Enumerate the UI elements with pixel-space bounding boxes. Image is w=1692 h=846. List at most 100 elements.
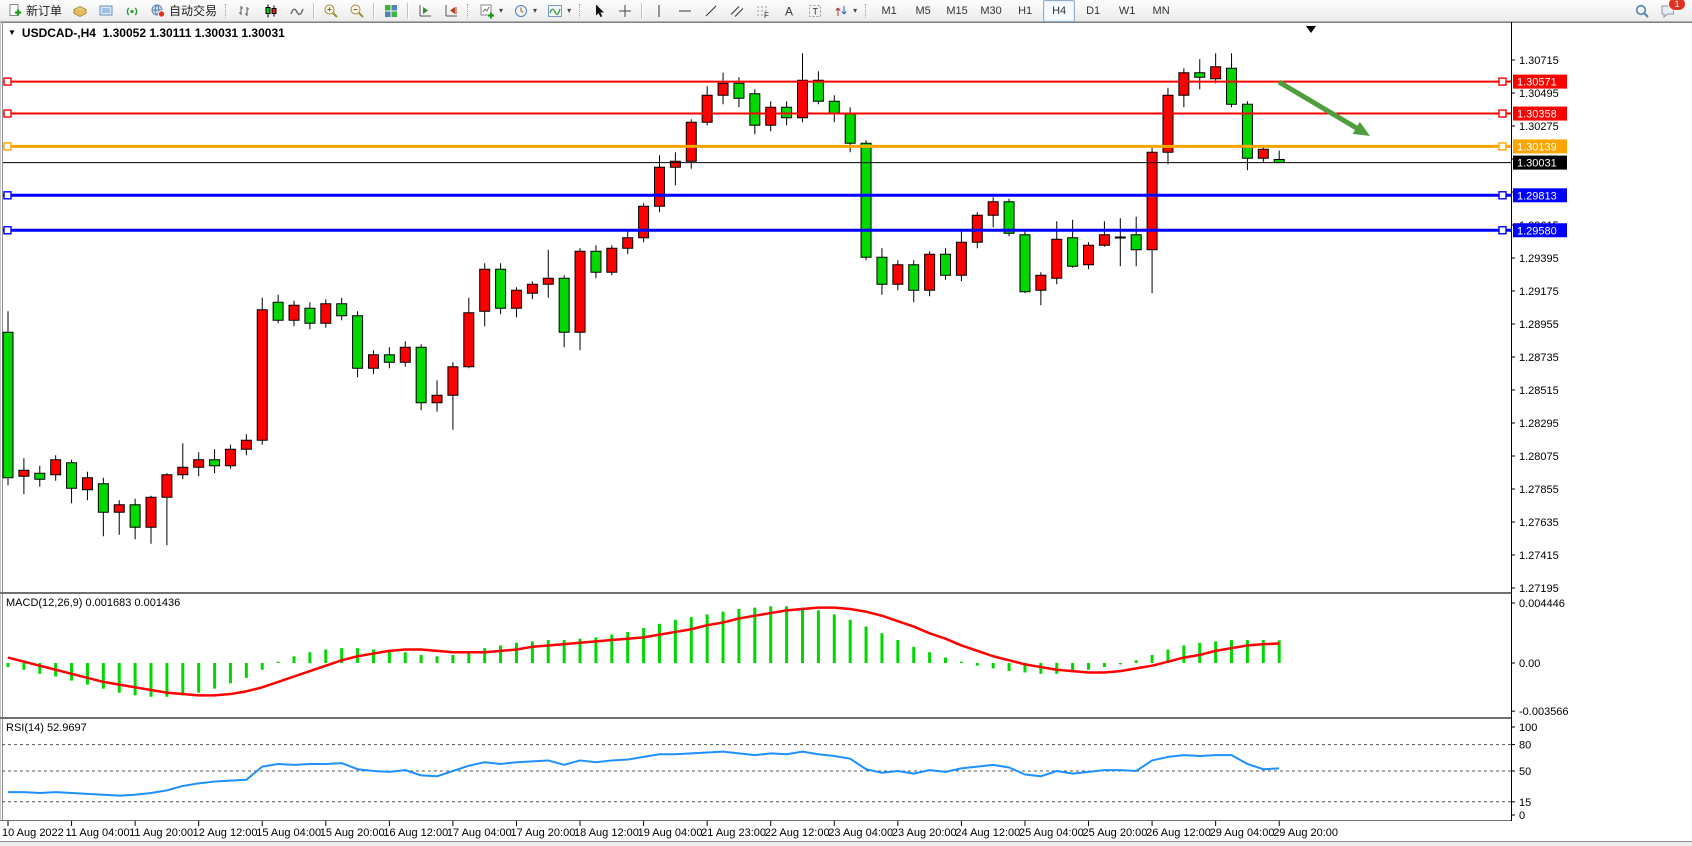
auto-scroll-button[interactable] bbox=[413, 0, 437, 22]
candlestick-button[interactable] bbox=[259, 0, 283, 22]
tf-m15[interactable]: M15 bbox=[941, 0, 973, 22]
signals-button[interactable] bbox=[120, 0, 144, 22]
chart-menu-icon[interactable]: ▼ bbox=[8, 28, 16, 37]
price-level-badge-label: 1.30358 bbox=[1517, 109, 1557, 121]
candle-body bbox=[543, 278, 553, 284]
market-watch-button[interactable] bbox=[68, 0, 92, 22]
fibonacci-button[interactable]: F bbox=[751, 0, 775, 22]
bar-chart-button[interactable] bbox=[233, 0, 257, 22]
line-handle[interactable] bbox=[4, 110, 11, 117]
fibo-icon: F bbox=[755, 3, 771, 19]
candle-body bbox=[511, 290, 521, 308]
time-axis-label: 22 Aug 12:00 bbox=[765, 827, 830, 839]
candle-body bbox=[162, 475, 172, 498]
tf-h4[interactable]: H4 bbox=[1043, 0, 1075, 22]
line-handle[interactable] bbox=[1499, 192, 1506, 199]
label-button[interactable]: T bbox=[803, 0, 827, 22]
search-button[interactable] bbox=[1630, 0, 1654, 22]
zoom-out-button[interactable] bbox=[345, 0, 369, 22]
tf-m5[interactable]: M5 bbox=[907, 0, 939, 22]
macd-axis-label: 0.00 bbox=[1519, 658, 1540, 670]
globe-red-icon bbox=[150, 3, 166, 19]
new-chart-button[interactable]: ▾ bbox=[475, 0, 507, 22]
channel-button[interactable] bbox=[725, 0, 749, 22]
line-handle[interactable] bbox=[4, 143, 11, 150]
new-order-button[interactable]: 新订单 bbox=[3, 0, 66, 22]
tf-m30[interactable]: M30 bbox=[975, 0, 1007, 22]
candle-body bbox=[1131, 235, 1141, 250]
tile-windows-button[interactable] bbox=[379, 0, 403, 22]
candle-body bbox=[1242, 104, 1252, 158]
vline-button[interactable] bbox=[647, 0, 671, 22]
line-handle[interactable] bbox=[1499, 227, 1506, 234]
candle-body bbox=[559, 278, 569, 332]
tf-h1[interactable]: H1 bbox=[1009, 0, 1041, 22]
candle-body bbox=[1179, 73, 1189, 96]
tf-m5-label: M5 bbox=[915, 5, 930, 17]
line-handle[interactable] bbox=[1499, 143, 1506, 150]
textA-icon: A bbox=[781, 3, 797, 19]
candle-body bbox=[321, 304, 331, 324]
indicators-button[interactable]: ▾ bbox=[543, 0, 575, 22]
zoom-in-button[interactable] bbox=[319, 0, 343, 22]
data-window-button[interactable] bbox=[94, 0, 118, 22]
candle-body bbox=[114, 505, 124, 513]
tf-d1-label: D1 bbox=[1086, 5, 1100, 17]
play-r-icon bbox=[417, 3, 433, 19]
ohlc-values: 1.30052 1.30111 1.30031 1.30031 bbox=[103, 26, 285, 40]
crosshair-button[interactable] bbox=[613, 0, 637, 22]
tf-m30-label: M30 bbox=[980, 5, 1001, 17]
tf-d1[interactable]: D1 bbox=[1077, 0, 1109, 22]
hline-button[interactable] bbox=[673, 0, 697, 22]
chart-title: ▼USDCAD-,H4 1.30052 1.30111 1.30031 1.30… bbox=[8, 26, 285, 40]
candle-body bbox=[988, 202, 998, 216]
text-button[interactable]: A bbox=[777, 0, 801, 22]
price-axis-label: 1.29175 bbox=[1519, 286, 1559, 298]
candle-body bbox=[257, 310, 267, 441]
cursor-button[interactable] bbox=[587, 0, 611, 22]
tf-h1-label: H1 bbox=[1018, 5, 1032, 17]
line-handle[interactable] bbox=[1499, 110, 1506, 117]
line-handle[interactable] bbox=[4, 78, 11, 85]
price-axis-label: 1.27415 bbox=[1519, 550, 1559, 562]
arrows-button[interactable]: ▾ bbox=[829, 0, 861, 22]
chart-plus-icon bbox=[479, 3, 495, 19]
price-axis-label: 1.28955 bbox=[1519, 319, 1559, 331]
autotrading-button[interactable]: 自动交易 bbox=[146, 0, 221, 22]
candle-body bbox=[305, 308, 315, 323]
candle-body bbox=[273, 302, 283, 320]
tf-mn[interactable]: MN bbox=[1145, 0, 1177, 22]
candle-body bbox=[941, 254, 951, 275]
line-chart-button[interactable] bbox=[285, 0, 309, 22]
candle-body bbox=[432, 395, 442, 403]
time-axis-label: 29 Aug 20:00 bbox=[1273, 827, 1338, 839]
price-axis-label: 1.28075 bbox=[1519, 451, 1559, 463]
candle-body bbox=[1258, 149, 1268, 158]
rsi-indicator-label: RSI(14) 52.9697 bbox=[6, 722, 87, 734]
candle-body bbox=[1195, 73, 1205, 78]
tf-m1[interactable]: M1 bbox=[873, 0, 905, 22]
periods-button[interactable]: ▾ bbox=[509, 0, 541, 22]
trendline-button[interactable] bbox=[699, 0, 723, 22]
candle-body bbox=[845, 113, 855, 143]
line-handle[interactable] bbox=[4, 192, 11, 199]
line-handle[interactable] bbox=[4, 227, 11, 234]
svg-text:T: T bbox=[813, 6, 819, 16]
candle-body bbox=[98, 484, 108, 513]
candle-body bbox=[384, 355, 394, 363]
tf-m1-label: M1 bbox=[881, 5, 896, 17]
crosshair-icon bbox=[617, 3, 633, 19]
toolbar-separator bbox=[579, 4, 583, 18]
time-axis-label: 19 Aug 04:00 bbox=[638, 827, 703, 839]
curve-icon bbox=[289, 3, 305, 19]
line-handle[interactable] bbox=[1499, 78, 1506, 85]
channel-icon bbox=[729, 3, 745, 19]
price-axis-label: 1.28295 bbox=[1519, 418, 1559, 430]
rsi-axis-label: 50 bbox=[1519, 766, 1531, 778]
tf-w1[interactable]: W1 bbox=[1111, 0, 1143, 22]
status-strip bbox=[0, 842, 1692, 846]
chart-shift-button[interactable] bbox=[439, 0, 463, 22]
candle-body bbox=[591, 251, 601, 272]
chat-button[interactable]: 1 bbox=[1656, 0, 1680, 22]
candle-body bbox=[368, 355, 378, 369]
